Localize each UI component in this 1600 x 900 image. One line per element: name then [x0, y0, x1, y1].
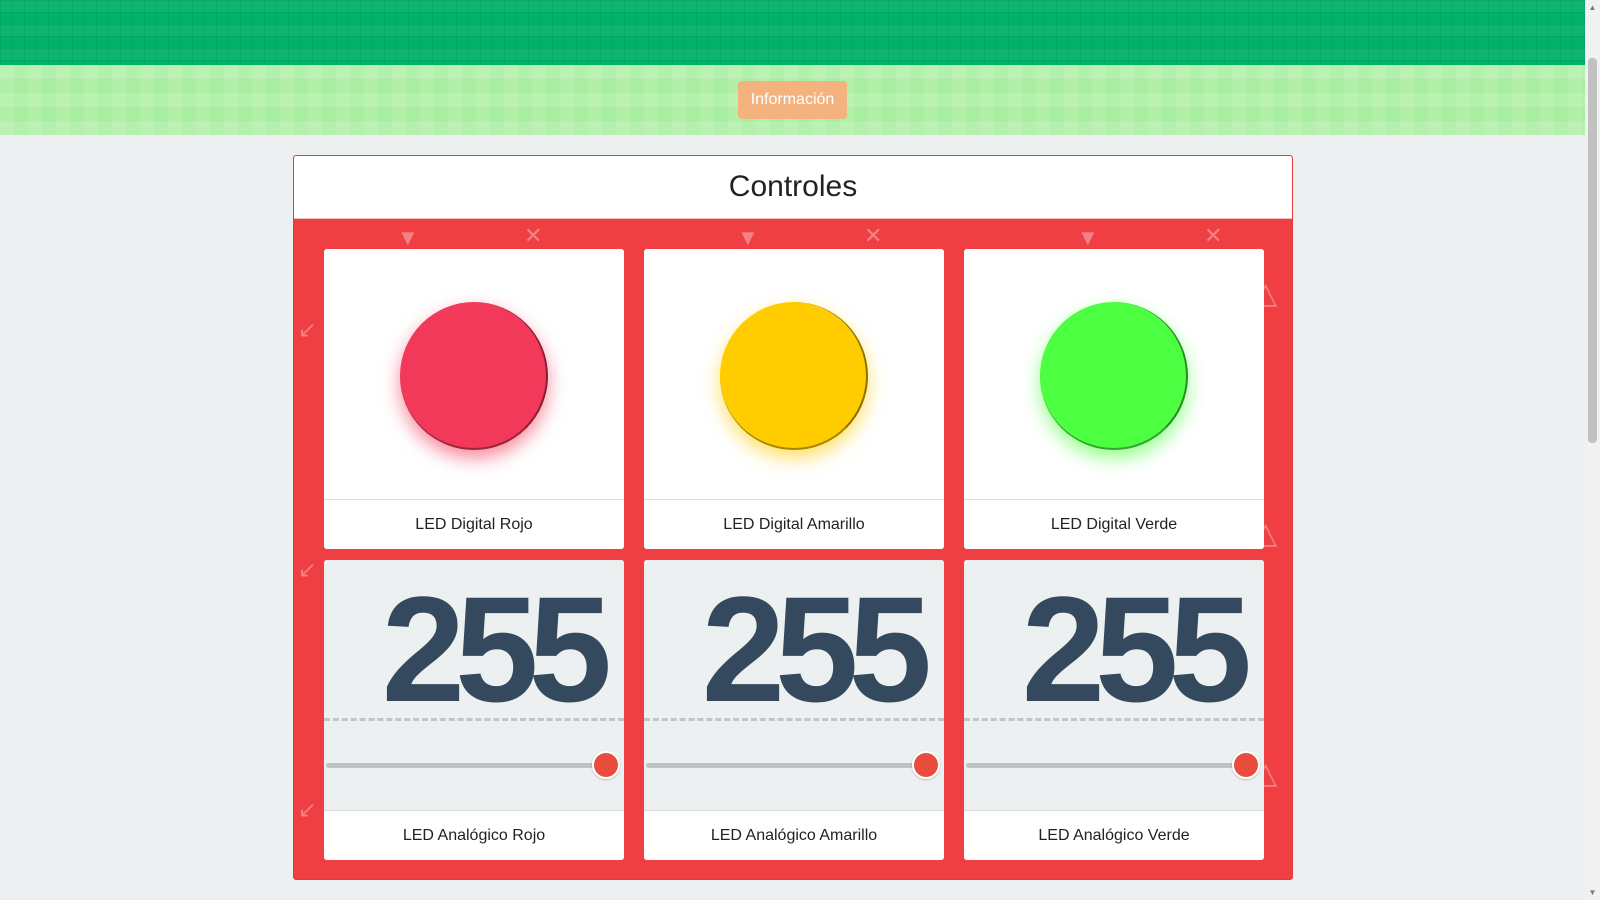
arrow-icon: ↙ [298, 557, 317, 582]
page-scrollbar[interactable]: ▲ ▼ [1585, 0, 1600, 900]
led-display [964, 249, 1264, 499]
x-mark-icon: ✕ [1204, 223, 1223, 248]
divider [964, 718, 1264, 721]
analog-led-card-yellow: 255 LED Analógico Amarillo [644, 560, 944, 860]
card-label: LED Digital Amarillo [644, 499, 944, 549]
card-label: LED Analógico Rojo [324, 810, 624, 860]
slider-handle[interactable] [592, 751, 620, 779]
triangle-down-icon: ▼ [1077, 225, 1099, 250]
x-mark-icon: ✕ [524, 223, 543, 248]
led-toggle-green[interactable] [1040, 302, 1188, 450]
panel-body: ▼ ✕ ▼ ✕ ▼ ✕ △ △ △ ↙ ↙ ↙ LED Digital Rojo… [294, 219, 1292, 879]
arrow-icon: ↙ [298, 797, 317, 822]
analog-value: 255 [1021, 565, 1252, 733]
digital-led-card-yellow: LED Digital Amarillo [644, 249, 944, 549]
analog-led-card-green: 255 LED Analógico Verde [964, 560, 1264, 860]
card-label: LED Digital Verde [964, 499, 1264, 549]
scroll-up-icon[interactable]: ▲ [1585, 0, 1600, 15]
info-bar: Información [0, 65, 1585, 135]
card-label: LED Analógico Verde [964, 810, 1264, 860]
analog-display: 255 [324, 560, 624, 810]
analog-slider-red[interactable] [326, 763, 606, 768]
triangle-down-icon: ▼ [397, 225, 419, 250]
slider-handle[interactable] [1232, 751, 1260, 779]
top-banner [0, 0, 1585, 65]
led-toggle-yellow[interactable] [720, 302, 868, 450]
card-label: LED Analógico Amarillo [644, 810, 944, 860]
slider-handle[interactable] [912, 751, 940, 779]
x-mark-icon: ✕ [864, 223, 883, 248]
analog-value: 255 [381, 565, 612, 733]
panel-header: Controles [294, 156, 1292, 219]
info-button[interactable]: Información [738, 81, 847, 119]
led-toggle-red[interactable] [400, 302, 548, 450]
led-display [324, 249, 624, 499]
analog-slider-yellow[interactable] [646, 763, 926, 768]
panel-title: Controles [728, 170, 858, 203]
scroll-down-icon[interactable]: ▼ [1585, 885, 1600, 900]
divider [644, 718, 944, 721]
analog-value: 255 [701, 565, 932, 733]
arrow-icon: ↙ [298, 317, 317, 342]
analog-display: 255 [964, 560, 1264, 810]
digital-led-card-green: LED Digital Verde [964, 249, 1264, 549]
card-label: LED Digital Rojo [324, 499, 624, 549]
led-display [644, 249, 944, 499]
analog-slider-green[interactable] [966, 763, 1246, 768]
analog-led-card-red: 255 LED Analógico Rojo [324, 560, 624, 860]
divider [324, 718, 624, 721]
controls-panel: Controles ▼ ✕ ▼ ✕ ▼ ✕ △ △ △ ↙ ↙ ↙ LED Di… [293, 155, 1293, 880]
digital-led-card-red: LED Digital Rojo [324, 249, 624, 549]
analog-display: 255 [644, 560, 944, 810]
triangle-down-icon: ▼ [737, 225, 759, 250]
scroll-thumb[interactable] [1588, 58, 1597, 443]
